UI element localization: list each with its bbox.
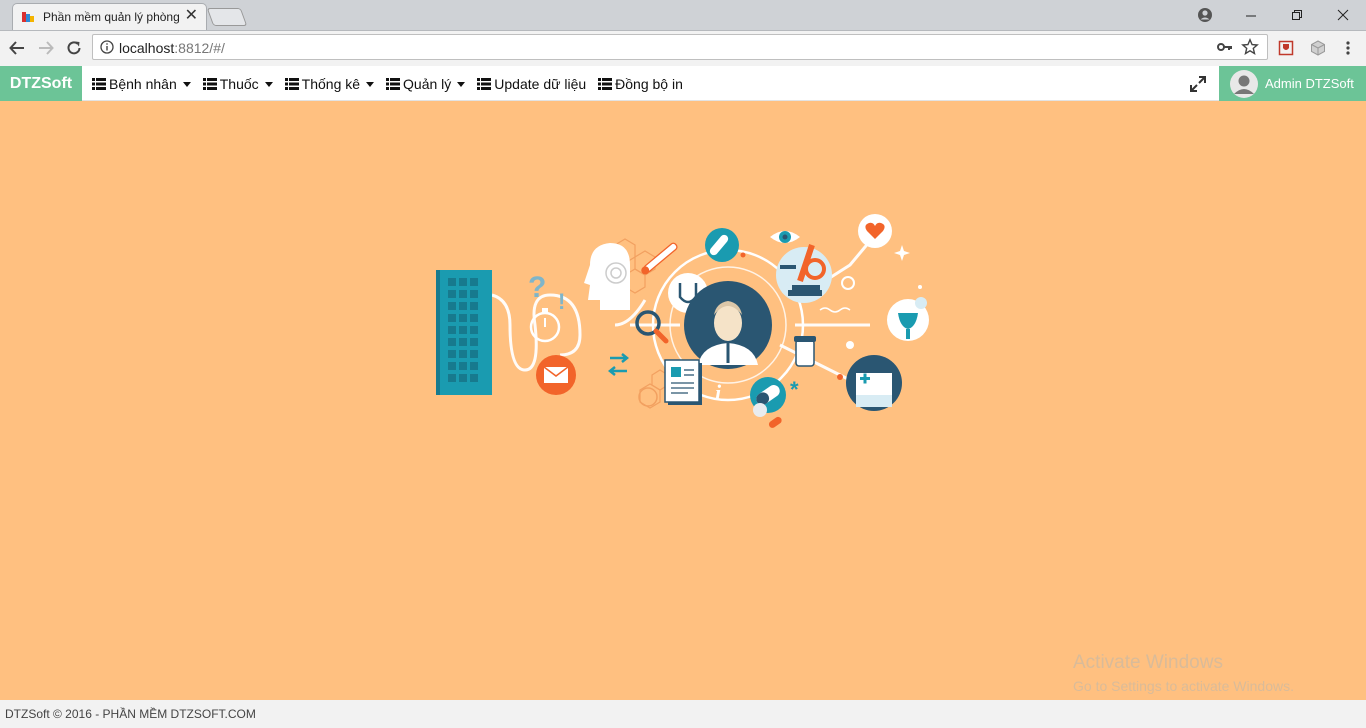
browser-menu-icon[interactable]	[1338, 38, 1358, 58]
site-info-icon[interactable]	[100, 40, 114, 54]
minimize-icon[interactable]	[1229, 0, 1273, 30]
svg-text:?: ?	[528, 271, 546, 304]
menu-item-3[interactable]: Quản lý	[380, 66, 471, 101]
key-icon[interactable]	[1217, 40, 1233, 54]
activation-subtitle: Go to Settings to activate Windows.	[1073, 678, 1294, 694]
browser-tabstrip: Phần mềm quản lý phòng ✕	[0, 0, 1366, 31]
menu-item-label: Đồng bộ in	[615, 75, 683, 92]
caret-down-icon	[366, 82, 375, 87]
tab-close-icon[interactable]: ✕	[185, 7, 198, 25]
address-bar[interactable]: localhost:8812/#/	[92, 34, 1268, 60]
menu-item-label: Bệnh nhân	[109, 75, 177, 92]
browser-tab[interactable]: Phần mềm quản lý phòng ✕	[12, 3, 207, 30]
new-tab-button[interactable]	[206, 8, 248, 26]
fullscreen-expand-icon[interactable]	[1188, 74, 1208, 94]
url-text: localhost:8812/#/	[119, 40, 225, 56]
cube-extension-icon[interactable]	[1308, 38, 1328, 58]
menu-item-1[interactable]: Thuốc	[197, 66, 279, 101]
list-icon	[386, 77, 401, 90]
forward-icon[interactable]	[35, 37, 57, 59]
user-name: Admin DTZSoft	[1265, 76, 1354, 91]
list-icon	[598, 77, 613, 90]
back-icon[interactable]	[6, 37, 28, 59]
app-navbar: DTZSoft Bệnh nhân Thuốc Thống kê Quản lý Upd…	[0, 66, 1366, 101]
menu-item-0[interactable]: Bệnh nhân	[86, 66, 197, 101]
browser-toolbar: localhost:8812/#/	[0, 31, 1366, 67]
activation-title: Activate Windows	[1073, 652, 1223, 673]
menu-item-2[interactable]: Thống kê	[279, 66, 380, 101]
menu-item-label: Update dữ liệu	[494, 75, 587, 92]
list-icon	[202, 77, 217, 90]
caret-down-icon	[457, 82, 466, 87]
user-menu[interactable]: Admin DTZSoft	[1219, 66, 1366, 101]
bookmark-star-icon[interactable]	[1241, 38, 1259, 56]
shield-extension-icon[interactable]	[1276, 38, 1296, 58]
tab-title: Phần mềm quản lý phòng	[43, 10, 180, 24]
brand-logo[interactable]: DTZSoft	[0, 66, 82, 101]
svg-text:i: i	[715, 380, 722, 405]
page-footer: DTZSoft © 2016 - PHẦN MỀM DTZSOFT.COM	[0, 700, 1366, 728]
windows-activation-watermark: Activate Windows Go to Settings to activ…	[1073, 652, 1294, 694]
avatar	[1230, 69, 1258, 98]
menu-item-label: Thống kê	[301, 75, 361, 92]
menu-item-label: Quản lý	[403, 75, 452, 92]
app-favicon-icon	[22, 12, 34, 22]
restore-icon[interactable]	[1275, 0, 1319, 30]
caret-down-icon	[182, 82, 191, 87]
main-menu: Bệnh nhân Thuốc Thống kê Quản lý Update dữ l…	[86, 66, 689, 101]
reload-icon[interactable]	[63, 37, 85, 59]
medical-illustration: ? ! i *	[436, 214, 929, 428]
footer-text: DTZSoft © 2016 - PHẦN MỀM DTZSOFT.COM	[5, 707, 256, 721]
profile-icon[interactable]	[1183, 0, 1227, 30]
svg-text:!: !	[558, 289, 565, 314]
menu-item-4[interactable]: Update dữ liệu	[471, 66, 592, 101]
list-icon	[284, 77, 299, 90]
svg-text:*: *	[790, 377, 799, 402]
menu-item-label: Thuốc	[219, 75, 259, 92]
list-icon	[477, 77, 492, 90]
caret-down-icon	[264, 82, 273, 87]
list-icon	[92, 77, 106, 90]
menu-item-5[interactable]: Đồng bộ in	[592, 66, 689, 101]
close-window-icon[interactable]	[1321, 0, 1365, 30]
